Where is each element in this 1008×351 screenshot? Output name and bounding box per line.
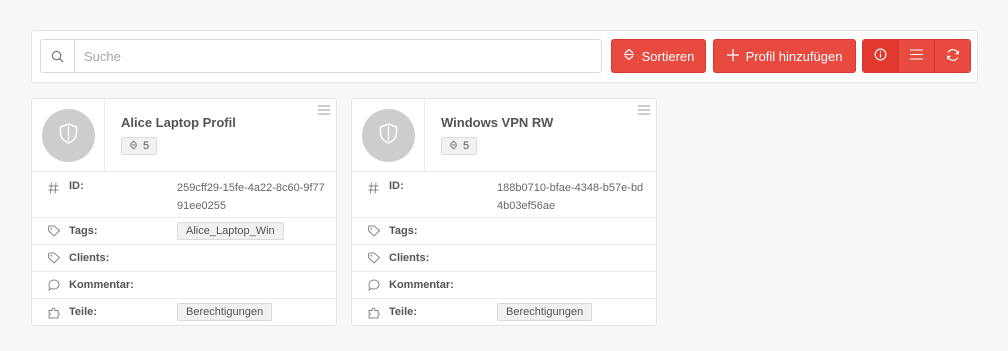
info-button[interactable] [863, 40, 898, 72]
sort-icon [449, 140, 458, 153]
list-icon [910, 49, 923, 63]
comment-label: Kommentar: [69, 279, 134, 291]
add-profile-button[interactable]: Profil hinzufügen [713, 39, 856, 73]
list-view-button[interactable] [898, 40, 934, 72]
sort-icon [623, 48, 635, 64]
comment-row: Kommentar: [32, 272, 336, 299]
parts-row: Teile: Berechtigungen [32, 299, 336, 326]
shield-icon [379, 123, 398, 147]
id-value: 259cff29-15fe-4a22-8c60-9f7791ee0255 [177, 182, 325, 212]
sort-icon [129, 140, 138, 153]
hash-icon [48, 182, 59, 194]
count-badge: 5 [121, 137, 158, 155]
avatar [41, 108, 95, 162]
count-value: 5 [463, 140, 470, 152]
profile-card: Alice Laptop Profil 5 ID: 259cff29-15fe-… [31, 98, 337, 326]
card-title[interactable]: Alice Laptop Profil [121, 115, 236, 130]
shield-icon [59, 123, 78, 147]
tag-icon [368, 225, 381, 237]
id-value: 188b0710-bfae-4348-b57e-bd4b03ef56ae [497, 182, 644, 212]
id-label: ID: [389, 180, 404, 192]
avatar-column [352, 99, 425, 171]
plus-icon [726, 48, 739, 64]
hash-icon [368, 182, 379, 194]
refresh-icon [946, 48, 960, 65]
card-title[interactable]: Windows VPN RW [441, 115, 553, 130]
menu-icon[interactable] [318, 104, 330, 118]
tag-icon [48, 225, 61, 237]
sort-button[interactable]: Sortieren [611, 39, 706, 73]
tags-row: Tags: [352, 218, 656, 245]
parts-row: Teile: Berechtigungen [352, 299, 656, 326]
parts-label: Teile: [69, 306, 97, 318]
comment-row: Kommentar: [352, 272, 656, 299]
tag-badge[interactable]: Alice_Laptop_Win [177, 222, 284, 240]
parts-label: Teile: [389, 306, 417, 318]
id-row: ID: 259cff29-15fe-4a22-8c60-9f7791ee0255 [32, 172, 336, 218]
count-value: 5 [143, 140, 150, 152]
puzzle-icon [368, 306, 380, 319]
tag-icon [48, 252, 61, 264]
parts-badge[interactable]: Berechtigungen [177, 303, 273, 321]
comment-icon [368, 279, 380, 291]
menu-icon[interactable] [638, 104, 650, 118]
id-label: ID: [69, 180, 84, 192]
add-profile-label: Profil hinzufügen [745, 48, 843, 64]
refresh-button[interactable] [934, 40, 970, 72]
toolbar: Sortieren Profil hinzufügen [31, 30, 978, 83]
search-box [40, 39, 602, 73]
puzzle-icon [48, 306, 60, 319]
profile-card: Windows VPN RW 5 ID: 188b0710-bfae-4348-… [351, 98, 657, 326]
sort-label: Sortieren [641, 48, 695, 64]
tags-label: Tags: [389, 225, 418, 237]
info-icon [874, 48, 887, 64]
clients-label: Clients: [69, 252, 110, 264]
tags-label: Tags: [69, 225, 98, 237]
tags-row: Tags: Alice_Laptop_Win [32, 218, 336, 245]
id-row: ID: 188b0710-bfae-4348-b57e-bd4b03ef56ae [352, 172, 656, 218]
avatar-column [32, 99, 105, 171]
card-header: Windows VPN RW 5 [352, 99, 656, 172]
comment-label: Kommentar: [389, 279, 454, 291]
card-header: Alice Laptop Profil 5 [32, 99, 336, 172]
search-icon[interactable] [41, 40, 75, 72]
clients-label: Clients: [389, 252, 430, 264]
avatar [361, 108, 415, 162]
parts-badge[interactable]: Berechtigungen [497, 303, 593, 321]
comment-icon [48, 279, 60, 291]
clients-row: Clients: [32, 245, 336, 272]
view-button-group [862, 39, 971, 73]
tag-icon [368, 252, 381, 264]
clients-row: Clients: [352, 245, 656, 272]
search-input[interactable] [75, 40, 601, 72]
count-badge: 5 [441, 137, 478, 155]
